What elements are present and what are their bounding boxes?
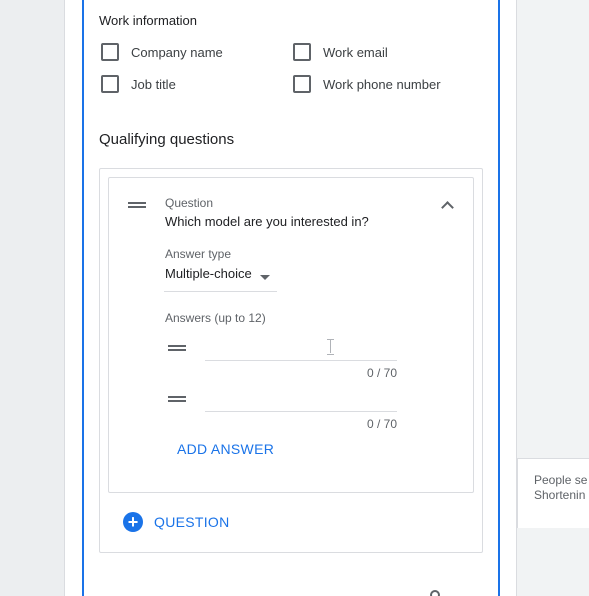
qualifying-questions-title: Qualifying questions (99, 131, 235, 148)
answer-2-input[interactable] (205, 388, 397, 412)
side-help-text: People se language Shortenin (534, 473, 589, 502)
side-help-panel: People se language Shortenin (517, 458, 589, 528)
answer-2-counter: 0 / 70 (366, 417, 397, 431)
answers-label: Answers (up to 12) (165, 311, 266, 325)
work-phone-checkbox[interactable] (293, 75, 311, 93)
checkbox-row-work-phone[interactable]: Work phone number (293, 75, 441, 93)
checkbox-row-work-email[interactable]: Work email (293, 43, 388, 61)
question-label: Question (165, 196, 214, 210)
answer-type-value: Multiple-choice (165, 266, 252, 281)
job-title-checkbox[interactable] (101, 75, 119, 93)
answer-2-drag-handle-icon[interactable] (168, 396, 186, 402)
question-drag-handle-icon[interactable] (128, 202, 146, 208)
dropdown-arrow-icon[interactable] (260, 275, 270, 280)
text-cursor-icon (327, 339, 334, 355)
question-text[interactable]: Which model are you interested in? (165, 214, 369, 229)
work-phone-label: Work phone number (323, 76, 441, 92)
add-answer-button[interactable]: ADD ANSWER (177, 441, 274, 457)
checkbox-row-company-name[interactable]: Company name (101, 43, 223, 61)
left-gutter (0, 0, 64, 596)
help-icon[interactable] (430, 590, 440, 596)
answer-1-input[interactable] (205, 337, 397, 361)
company-name-label: Company name (131, 44, 223, 60)
work-email-checkbox[interactable] (293, 43, 311, 61)
job-title-label: Job title (131, 76, 176, 92)
work-email-label: Work email (323, 44, 388, 60)
answer-1-counter: 0 / 70 (366, 366, 397, 380)
company-name-checkbox[interactable] (101, 43, 119, 61)
answer-1-drag-handle-icon[interactable] (168, 345, 186, 351)
checkbox-row-job-title[interactable]: Job title (101, 75, 176, 93)
add-question-button[interactable]: QUESTION (154, 514, 230, 530)
add-circle-icon[interactable]: + (123, 512, 143, 532)
answer-type-label: Answer type (165, 247, 232, 261)
work-information-title: Work information (99, 13, 198, 28)
